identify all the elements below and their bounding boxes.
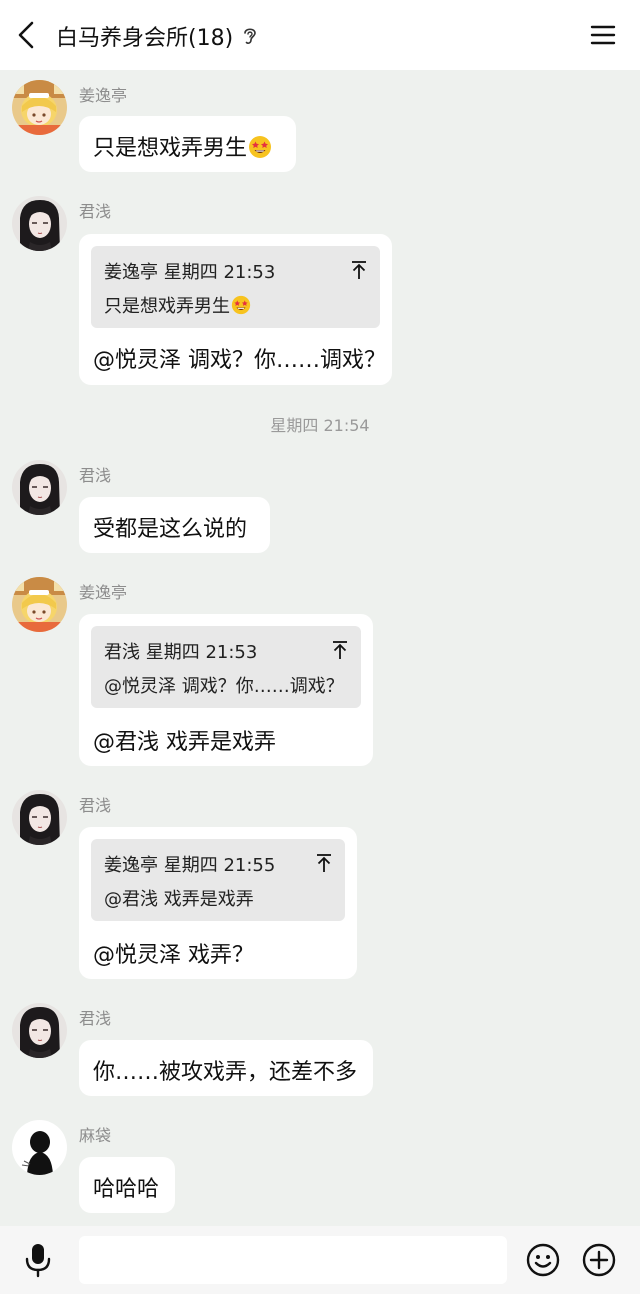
menu-button[interactable]: [588, 20, 618, 50]
quote-body: 只是想戏弄男生: [104, 296, 230, 317]
quote-header: 君浅 星期四 21:53: [104, 642, 258, 663]
message-item: 麻袋 哈哈哈: [0, 1120, 640, 1216]
quote-body: @君浅 戏弄是戏弄: [104, 889, 254, 910]
message-item: 姜逸亭 君浅 星期四 21:53 @悦灵泽 调戏？你……调戏？ @君浅 戏弄是戏…: [0, 577, 640, 769]
sender-name: 君浅: [79, 466, 112, 485]
message-bubble[interactable]: 受都是这么说的: [79, 497, 270, 553]
sender-name: 君浅: [79, 202, 112, 221]
avatar[interactable]: [12, 1003, 67, 1058]
message-item: 君浅 姜逸亭 星期四 21:53 只是想戏弄男生 @悦灵泽 调戏？你……调戏？: [0, 196, 640, 388]
jump-to-quote-icon[interactable]: [331, 640, 349, 660]
more-actions-button[interactable]: [581, 1242, 617, 1278]
message-item: 君浅 受都是这么说的: [0, 460, 640, 556]
jump-to-quote-icon[interactable]: [350, 260, 368, 280]
plus-circle-icon: [582, 1243, 616, 1277]
emoji-button[interactable]: [525, 1242, 561, 1278]
message-text: @悦灵泽 调戏？你……调戏？: [93, 348, 386, 373]
avatar[interactable]: [12, 1120, 67, 1175]
time-divider: 星期四 21:54: [270, 416, 370, 435]
title-group: 白马养身会所(18): [56, 18, 259, 54]
input-bar: [0, 1226, 640, 1294]
message-item: 君浅 你……被攻戏弄，还差不多: [0, 1003, 640, 1099]
smiley-icon: [526, 1243, 560, 1277]
quote-header: 姜逸亭 星期四 21:55: [104, 855, 276, 876]
message-text: 受都是这么说的: [93, 517, 248, 542]
message-bubble[interactable]: 哈哈哈: [79, 1157, 175, 1213]
back-button[interactable]: [10, 16, 46, 54]
chat-title: 白马养身会所(18): [56, 26, 234, 51]
ear-icon: [244, 28, 256, 44]
avatar[interactable]: [12, 80, 67, 135]
message-text: 哈哈哈: [93, 1177, 160, 1202]
quote-body: @悦灵泽 调戏？你……调戏？: [104, 676, 344, 697]
quoted-message[interactable]: 姜逸亭 星期四 21:53 只是想戏弄男生: [91, 246, 380, 328]
star-struck-emoji-icon: [231, 295, 251, 315]
star-struck-emoji-icon: [248, 135, 272, 159]
sender-name: 麻袋: [79, 1126, 112, 1145]
message-text: 只是想戏弄男生: [93, 136, 248, 161]
avatar[interactable]: [12, 196, 67, 251]
microphone-icon: [25, 1244, 51, 1278]
jump-to-quote-icon[interactable]: [315, 853, 333, 873]
message-bubble[interactable]: 君浅 星期四 21:53 @悦灵泽 调戏？你……调戏？ @君浅 戏弄是戏弄: [79, 614, 373, 766]
message-text: @悦灵泽 戏弄？: [93, 943, 254, 968]
sender-name: 姜逸亭: [79, 86, 128, 105]
message-item: 姜逸亭 只是想戏弄男生: [0, 80, 640, 176]
chat-header: 白马养身会所(18): [0, 0, 640, 70]
quote-header: 姜逸亭 星期四 21:53: [104, 262, 276, 283]
avatar[interactable]: [12, 577, 67, 632]
chevron-left-icon: [18, 21, 34, 49]
avatar[interactable]: [12, 790, 67, 845]
message-bubble[interactable]: 只是想戏弄男生: [79, 116, 296, 172]
message-text: @君浅 戏弄是戏弄: [93, 730, 276, 755]
message-text-row: 只是想戏弄男生: [93, 130, 272, 162]
voice-button[interactable]: [20, 1240, 56, 1280]
sender-name: 君浅: [79, 796, 112, 815]
sender-name: 君浅: [79, 1009, 112, 1028]
avatar[interactable]: [12, 460, 67, 515]
quoted-message[interactable]: 君浅 星期四 21:53 @悦灵泽 调戏？你……调戏？: [91, 626, 361, 708]
message-bubble[interactable]: 姜逸亭 星期四 21:55 @君浅 戏弄是戏弄 @悦灵泽 戏弄？: [79, 827, 357, 979]
message-text: 你……被攻戏弄，还差不多: [93, 1060, 358, 1085]
hamburger-menu-icon: [590, 25, 616, 45]
message-bubble[interactable]: 姜逸亭 星期四 21:53 只是想戏弄男生 @悦灵泽 调戏？你……调戏？: [79, 234, 392, 385]
message-input[interactable]: [79, 1236, 507, 1284]
message-bubble[interactable]: 你……被攻戏弄，还差不多: [79, 1040, 373, 1096]
quoted-message[interactable]: 姜逸亭 星期四 21:55 @君浅 戏弄是戏弄: [91, 839, 345, 921]
quote-body-row: 只是想戏弄男生: [104, 292, 251, 318]
sender-name: 姜逸亭: [79, 583, 128, 602]
message-item: 君浅 姜逸亭 星期四 21:55 @君浅 戏弄是戏弄 @悦灵泽 戏弄？: [0, 790, 640, 982]
